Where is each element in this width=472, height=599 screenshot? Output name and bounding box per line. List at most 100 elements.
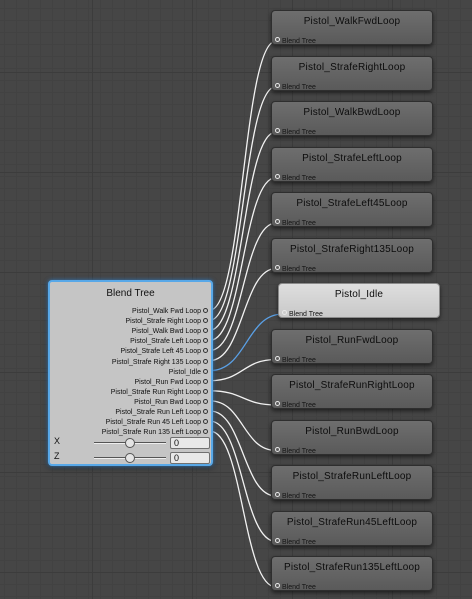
connection-edge[interactable]	[209, 176, 277, 341]
port-label: Blend Tree	[282, 493, 316, 500]
output-port-icon[interactable]	[203, 328, 208, 334]
blend-tree-output[interactable]: Pistol_Run Bwd Loop	[134, 398, 208, 407]
blend-tree-output[interactable]: Pistol_Run Fwd Loop	[134, 378, 208, 387]
blend-tree-output[interactable]: Pistol_Idle	[169, 368, 208, 377]
motion-node-input-port[interactable]: Blend Tree	[275, 446, 316, 455]
output-port-icon[interactable]	[203, 318, 208, 324]
motion-node-input-port[interactable]: Blend Tree	[282, 310, 323, 318]
slider-thumb[interactable]	[125, 453, 135, 463]
connection-edge[interactable]	[209, 390, 277, 406]
motion-node[interactable]: Pistol_StrafeRunRightLoop Blend Tree	[271, 374, 433, 409]
blend-tree-output[interactable]: Pistol_Walk Fwd Loop	[132, 307, 208, 316]
blend-tree-output[interactable]: Pistol_Strafe Run Left Loop	[115, 408, 208, 417]
motion-node-input-port[interactable]: Blend Tree	[275, 219, 316, 227]
port-dot-icon	[275, 264, 280, 270]
port-label: Blend Tree	[282, 265, 316, 273]
port-label: Blend Tree	[282, 356, 316, 364]
output-label: Pistol_Walk Fwd Loop	[132, 308, 201, 315]
output-port-icon[interactable]	[203, 358, 208, 364]
param-value-field[interactable]: 0	[170, 452, 210, 464]
motion-node[interactable]: Pistol_Idle Blend Tree	[278, 283, 440, 318]
connection-edge[interactable]	[209, 131, 277, 331]
port-label: Blend Tree	[282, 538, 316, 546]
connection-edge[interactable]	[209, 420, 277, 543]
motion-node[interactable]: Pistol_StrafeRightLoop Blend Tree	[271, 55, 433, 91]
connection-edge[interactable]	[209, 358, 277, 382]
connection-edge[interactable]	[209, 267, 277, 362]
motion-node-input-port[interactable]: Blend Tree	[275, 537, 316, 546]
output-port-icon[interactable]	[203, 338, 208, 344]
blend-tree-output[interactable]: Pistol_Walk Bwd Loop	[132, 327, 208, 336]
output-port-icon[interactable]	[203, 419, 208, 425]
output-port-icon[interactable]	[203, 388, 208, 394]
output-label: Pistol_Strafe Run Right Loop	[110, 388, 201, 396]
motion-node[interactable]: Pistol_StrafeLeft45Loop Blend Tree	[271, 192, 433, 227]
blend-tree-output[interactable]: Pistol_Strafe Run 45 Left Loop	[106, 418, 208, 427]
port-label: Blend Tree	[282, 402, 316, 409]
blend-tree-output[interactable]: Pistol_Strafe Left Loop	[130, 337, 208, 346]
port-dot-icon	[275, 128, 280, 133]
connection-edge[interactable]	[209, 400, 277, 452]
motion-node-input-port[interactable]: Blend Tree	[275, 401, 316, 409]
motion-node-input-port[interactable]: Blend Tree	[275, 492, 316, 500]
output-port-icon[interactable]	[203, 378, 208, 384]
port-label: Blend Tree	[282, 220, 316, 227]
connection-edge[interactable]	[209, 222, 277, 352]
motion-node-title: Pistol_StrafeRun45LeftLoop	[286, 516, 418, 528]
output-port-icon[interactable]	[203, 429, 208, 435]
output-port-icon[interactable]	[203, 398, 208, 404]
motion-node-input-port[interactable]: Blend Tree	[275, 173, 316, 182]
param-label: X	[54, 436, 61, 446]
motion-node-title: Pistol_StrafeLeftLoop	[302, 152, 402, 164]
motion-node-input-port[interactable]: Blend Tree	[275, 264, 316, 273]
motion-node[interactable]: Pistol_StrafeRight135Loop Blend Tree	[271, 237, 433, 273]
blend-tree-output[interactable]: Pistol_Strafe Left 45 Loop	[120, 347, 208, 356]
port-label: Blend Tree	[282, 584, 316, 591]
motion-node-title: Pistol_RunFwdLoop	[305, 334, 399, 346]
blend-tree-output[interactable]: Pistol_Strafe Right Loop	[126, 317, 208, 326]
port-dot-icon	[282, 310, 287, 315]
output-port-icon[interactable]	[203, 409, 208, 414]
blend-tree-output[interactable]: Pistol_Strafe Run 135 Left Loop	[102, 428, 208, 437]
motion-node-input-port[interactable]: Blend Tree	[275, 128, 316, 136]
motion-node[interactable]: Pistol_StrafeRunLeftLoop Blend Tree	[271, 465, 433, 500]
blend-tree-node[interactable]: Blend Tree Pistol_Walk Fwd Loop Pistol_St…	[48, 280, 213, 466]
port-label: Blend Tree	[282, 129, 316, 136]
motion-node[interactable]: Pistol_RunBwdLoop Blend Tree	[271, 419, 433, 455]
output-label: Pistol_Strafe Run 135 Left Loop	[101, 429, 201, 437]
port-label: Blend Tree	[282, 174, 316, 182]
motion-node-input-port[interactable]: Blend Tree	[275, 37, 316, 45]
output-port-icon[interactable]	[203, 368, 208, 374]
port-dot-icon	[275, 401, 280, 406]
output-label: Pistol_Walk Bwd Loop	[131, 328, 201, 336]
blend-tree-output[interactable]: Pistol_Strafe Right 135 Loop	[112, 358, 208, 367]
motion-node-title: Pistol_StrafeRightLoop	[298, 61, 406, 73]
motion-node[interactable]: Pistol_StrafeLeftLoop Blend Tree	[271, 146, 433, 182]
port-dot-icon	[275, 173, 280, 179]
output-port-icon[interactable]	[203, 308, 208, 313]
slider-thumb[interactable]	[125, 438, 135, 448]
motion-node[interactable]: Pistol_StrafeRun45LeftLoop Blend Tree	[271, 510, 433, 546]
motion-node[interactable]: Pistol_StrafeRun135LeftLoop Blend Tree	[271, 556, 433, 591]
motion-node-input-port[interactable]: Blend Tree	[275, 583, 316, 591]
motion-node-input-port[interactable]: Blend Tree	[275, 355, 316, 364]
motion-node-title: Pistol_WalkFwdLoop	[303, 16, 401, 27]
connection-edge[interactable]	[209, 40, 277, 311]
output-port-icon[interactable]	[203, 348, 208, 354]
output-label: Pistol_Idle	[168, 368, 201, 376]
motion-node-input-port[interactable]: Blend Tree	[275, 82, 316, 91]
param-value-field[interactable]: 0	[170, 437, 210, 449]
port-label: Blend Tree	[289, 311, 323, 318]
port-dot-icon	[275, 583, 280, 588]
blend-tree-output[interactable]: Pistol_Strafe Run Right Loop	[111, 388, 208, 397]
port-dot-icon	[275, 82, 280, 88]
motion-node-title: Pistol_RunBwdLoop	[305, 425, 399, 437]
motion-node[interactable]: Pistol_WalkBwdLoop Blend Tree	[271, 101, 433, 136]
motion-node[interactable]: Pistol_RunFwdLoop Blend Tree	[271, 328, 433, 364]
connection-edge[interactable]	[209, 85, 277, 321]
motion-node-title: Pistol_Idle	[334, 289, 384, 300]
motion-node-title: Pistol_StrafeLeft45Loop	[296, 198, 408, 209]
connection-edge[interactable]	[209, 430, 277, 588]
connection-edge[interactable]	[209, 410, 277, 497]
motion-node[interactable]: Pistol_WalkFwdLoop Blend Tree	[271, 10, 433, 45]
